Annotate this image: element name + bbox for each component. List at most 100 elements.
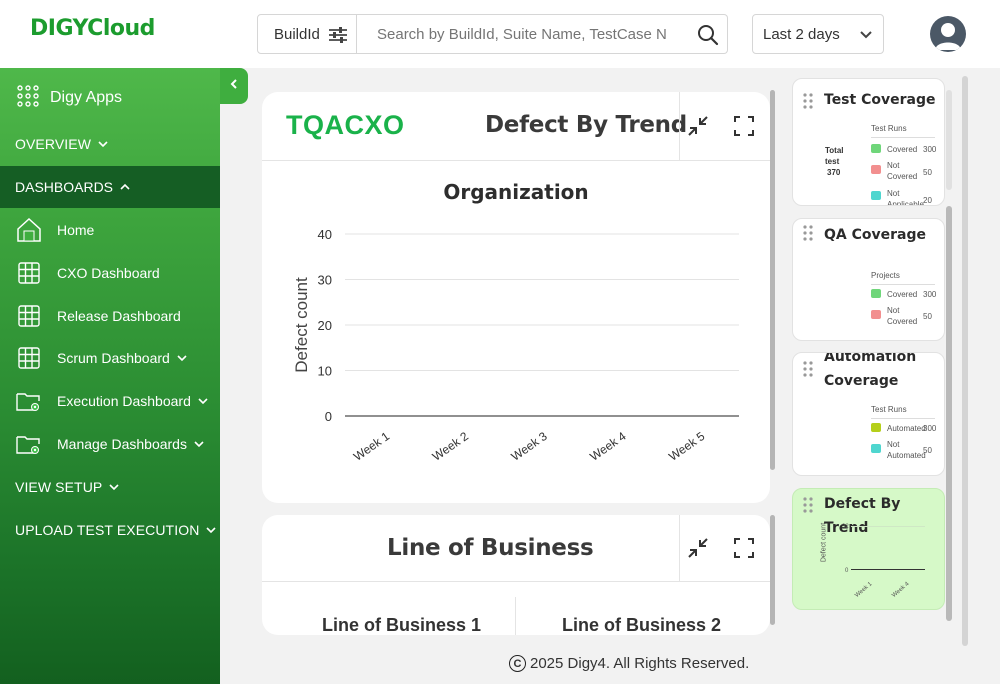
top-header: DIGYCloud BuildId Last 2 days bbox=[0, 0, 1000, 68]
drag-handle-icon[interactable] bbox=[803, 93, 813, 114]
drag-handle-icon[interactable] bbox=[803, 361, 813, 382]
fullscreen-icon[interactable] bbox=[732, 114, 756, 138]
sidebar-item-label: CXO Dashboard bbox=[57, 265, 160, 281]
sidebar-item-manage-dashboards[interactable]: Manage Dashboards bbox=[0, 430, 220, 458]
chevron-left-icon bbox=[228, 77, 240, 95]
sidebar-item-release-dashboard[interactable]: Release Dashboard bbox=[0, 302, 220, 330]
legend-swatch-covered bbox=[871, 289, 881, 298]
chevron-down-icon bbox=[205, 522, 217, 538]
legend-value: 20 bbox=[923, 196, 932, 205]
widget-panel-scroll-track[interactable] bbox=[962, 76, 968, 646]
table-grid-icon bbox=[16, 303, 42, 329]
sidebar-item-cxo-dashboard[interactable]: CXO Dashboard bbox=[0, 259, 220, 287]
mini-x-label-week-1: Week 1 bbox=[854, 581, 874, 599]
sidebar-collapse-button[interactable] bbox=[220, 68, 248, 104]
date-range-select[interactable]: Last 2 days bbox=[752, 14, 884, 54]
drag-handle-icon[interactable] bbox=[803, 225, 813, 246]
date-range-label: Last 2 days bbox=[763, 25, 840, 43]
y-tick-label: 30 bbox=[318, 273, 332, 288]
fullscreen-icon[interactable] bbox=[732, 536, 756, 560]
minimize-icon[interactable] bbox=[686, 114, 710, 138]
chevron-down-icon bbox=[176, 350, 188, 366]
legend-value: 300 bbox=[923, 424, 937, 433]
digy-apps-label: Digy Apps bbox=[50, 89, 123, 106]
chevron-down-icon bbox=[108, 479, 120, 495]
line-of-business-card: Line of Business Line of Business 1 Line… bbox=[262, 515, 770, 635]
total-label: Total test bbox=[825, 146, 844, 166]
widget-defect-by-trend[interactable]: Defect By Trend 32 0 Defect count Week 1… bbox=[792, 488, 945, 610]
main-scrollbar[interactable] bbox=[770, 90, 775, 470]
legend-swatch-not-applicable bbox=[871, 191, 881, 200]
legend-label: Automated bbox=[887, 424, 926, 433]
search-input[interactable] bbox=[377, 25, 667, 43]
legend-label: Covered bbox=[887, 145, 918, 154]
sidebar-section-dashboards[interactable]: DASHBOARDS bbox=[0, 166, 220, 208]
lob-subtitle-2: Line of Business 2 bbox=[562, 615, 722, 635]
widget-title: Test Coverage bbox=[824, 92, 936, 108]
footer: C 2025 Digy4. All Rights Reserved. bbox=[509, 655, 749, 672]
sidebar-item-label: Release Dashboard bbox=[57, 308, 181, 324]
sidebar-section-view-setup[interactable]: VIEW SETUP bbox=[15, 477, 220, 497]
legend-title: Test Runs bbox=[871, 124, 907, 133]
filter-type-label: BuildId bbox=[274, 25, 320, 43]
card-header: TQACXO Defect By Trend bbox=[262, 92, 770, 161]
lob-subtitle-1: Line of Business 1 bbox=[322, 615, 482, 635]
main-scrollbar-lower[interactable] bbox=[770, 515, 775, 625]
widget-title-line-2: Coverage bbox=[824, 373, 899, 389]
drag-handle-icon[interactable] bbox=[803, 497, 813, 518]
legend-label: Not Applicable bbox=[887, 189, 924, 206]
sidebar-section-upload-test-execution[interactable]: UPLOAD TEST EXECUTION bbox=[15, 520, 220, 540]
folder-gear-icon bbox=[16, 431, 42, 457]
chevron-down-icon bbox=[97, 136, 109, 152]
x-tick-label: Week 4 bbox=[587, 429, 628, 464]
total-value: 370 bbox=[827, 168, 841, 177]
app-logo[interactable]: DIGYCloud bbox=[30, 16, 155, 41]
legend-swatch-not-automated bbox=[871, 444, 881, 453]
card-title: Line of Business bbox=[387, 535, 594, 561]
legend-value: 300 bbox=[923, 145, 937, 154]
mini-x-label-week-4: Week 4 bbox=[891, 581, 911, 599]
y-tick-label: 0 bbox=[325, 409, 332, 424]
sidebar-section-overview[interactable]: OVERVIEW bbox=[15, 134, 220, 154]
table-grid-icon bbox=[16, 345, 42, 371]
x-tick-label: Week 5 bbox=[666, 429, 707, 464]
chart-title: Organization bbox=[443, 180, 589, 204]
y-tick-label: 20 bbox=[318, 318, 332, 333]
sidebar-item-label: Scrum Dashboard bbox=[57, 350, 170, 366]
legend-swatch-automated bbox=[871, 423, 881, 432]
legend-swatch-not-covered bbox=[871, 310, 881, 319]
card-title: Defect By Trend bbox=[485, 112, 687, 138]
widget-test-coverage[interactable]: Test Coverage Test Runs Total test 370 C… bbox=[792, 78, 945, 206]
dashboards-label: DASHBOARDS bbox=[15, 179, 114, 195]
sidebar-item-home[interactable]: Home bbox=[0, 216, 220, 244]
sidebar-item-label: Manage Dashboards bbox=[57, 436, 187, 452]
y-tick-label: 10 bbox=[318, 364, 332, 379]
view-setup-label: VIEW SETUP bbox=[15, 479, 103, 495]
widget-panel-scrollbar[interactable] bbox=[946, 206, 952, 621]
search-icon[interactable] bbox=[697, 24, 719, 51]
grid-dots-icon bbox=[16, 84, 40, 113]
mini-y-axis-label: Defect count bbox=[820, 522, 828, 563]
legend-swatch-covered bbox=[871, 144, 881, 153]
upload-label: UPLOAD TEST EXECUTION bbox=[15, 522, 200, 538]
sidebar-item-scrum-dashboard[interactable]: Scrum Dashboard bbox=[0, 344, 220, 372]
filter-type-select[interactable]: BuildId bbox=[257, 14, 357, 54]
y-tick-label: 40 bbox=[318, 227, 332, 242]
legend-value: 300 bbox=[923, 290, 937, 299]
legend-title: Projects bbox=[871, 271, 900, 280]
search-box bbox=[357, 14, 728, 54]
legend-label: Covered bbox=[887, 290, 918, 299]
widget-automation-coverage[interactable]: Automation Coverage Test Runs Automated … bbox=[792, 352, 945, 476]
mini-y-min-label: 0 bbox=[845, 568, 849, 574]
footer-text: 2025 Digy4. All Rights Reserved. bbox=[530, 655, 750, 672]
chevron-down-icon bbox=[197, 393, 209, 409]
digy-apps-button[interactable]: Digy Apps bbox=[0, 84, 220, 112]
x-tick-label: Week 3 bbox=[509, 429, 550, 464]
minimize-icon[interactable] bbox=[686, 536, 710, 560]
widget-qa-coverage[interactable]: QA Coverage Projects Covered 300 Not Cov… bbox=[792, 218, 945, 341]
y-axis-label: Defect count bbox=[292, 277, 311, 373]
sidebar-item-execution-dashboard[interactable]: Execution Dashboard bbox=[0, 387, 220, 415]
user-avatar[interactable] bbox=[930, 16, 966, 52]
legend-value: 50 bbox=[923, 312, 932, 321]
org-brand-code: TQACXO bbox=[286, 110, 405, 140]
